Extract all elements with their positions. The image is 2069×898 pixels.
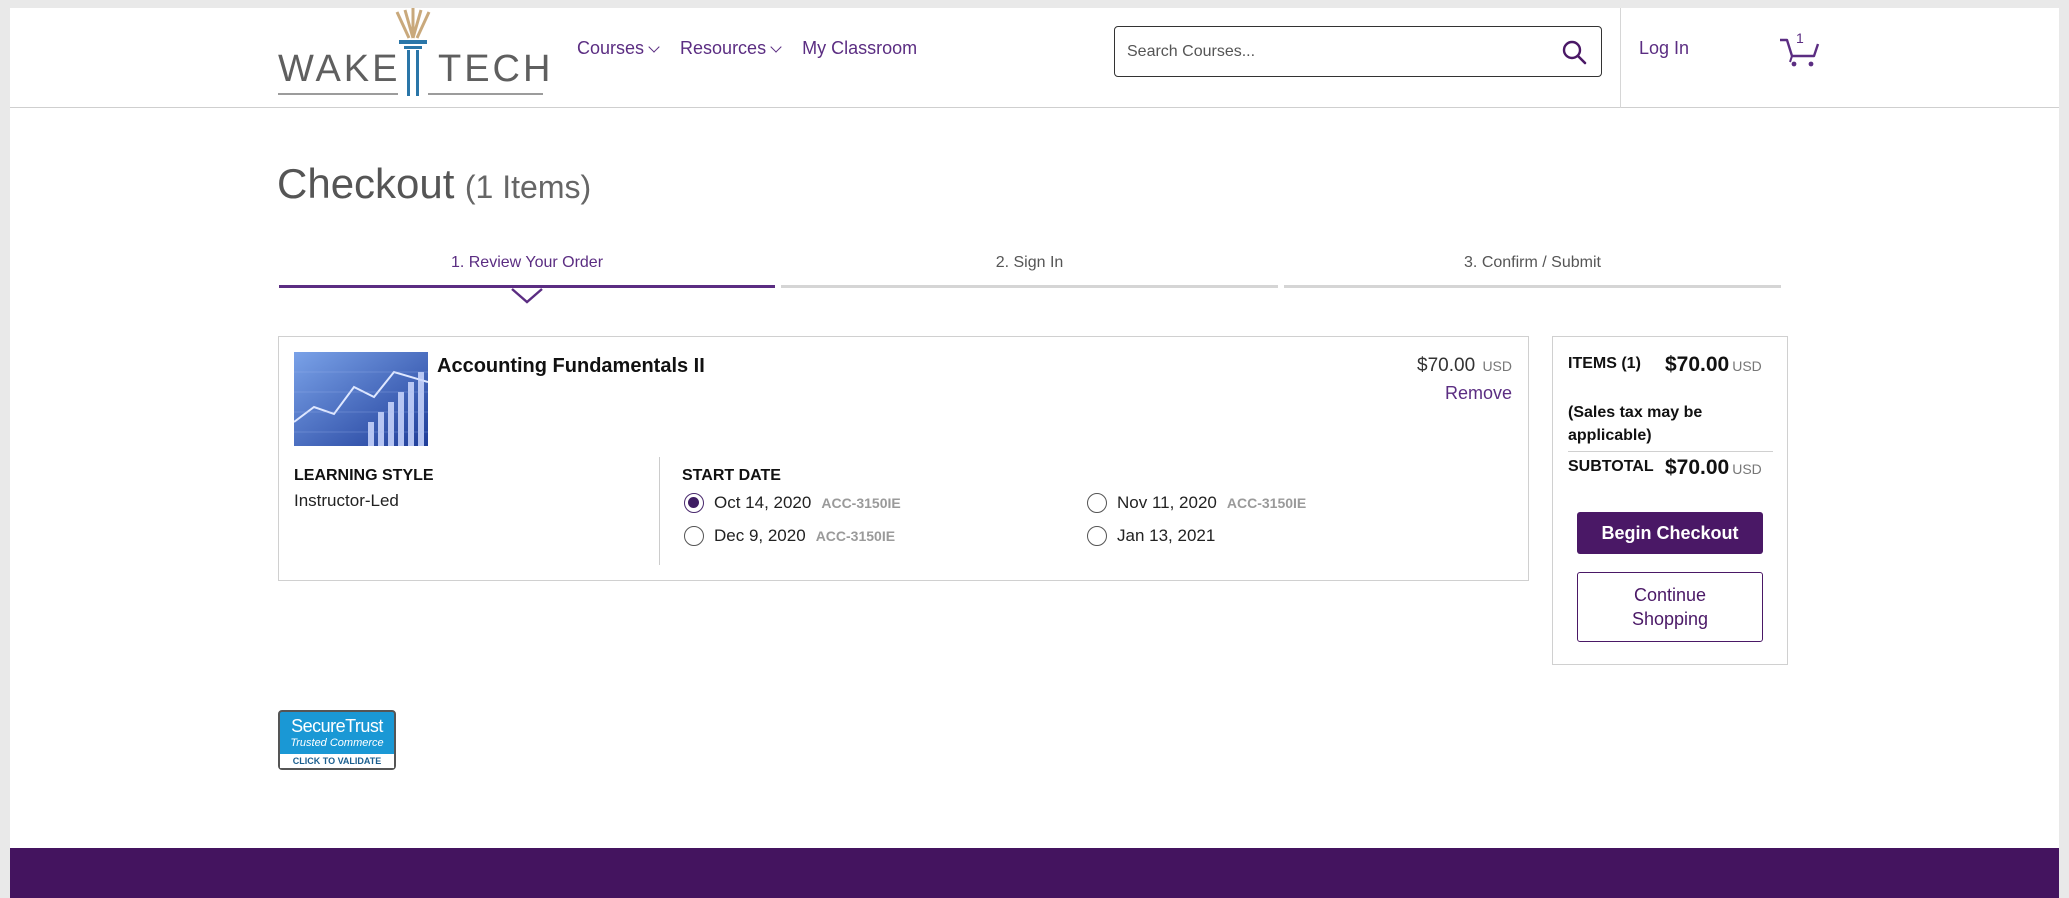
nav-my-classroom[interactable]: My Classroom	[802, 38, 917, 59]
chevron-down-icon	[770, 40, 782, 53]
items-amount-currency: USD	[1732, 358, 1762, 374]
subtotal-label: SUBTOTAL	[1568, 458, 1654, 475]
radio-button-selected[interactable]	[684, 493, 704, 513]
continue-shopping-button[interactable]: Continue Shopping	[1577, 572, 1763, 642]
step-sign-in-label: 2. Sign In	[995, 254, 1064, 271]
items-amount: $70.00 USD	[1665, 353, 1762, 377]
summary-divider	[1568, 451, 1773, 452]
date-option-code: ACC-3150IE	[821, 495, 901, 511]
items-label: ITEMS (1)	[1568, 355, 1641, 372]
step-review-order[interactable]: 1. Review Your Order	[279, 254, 775, 288]
page-title: Checkout (1 Items)	[277, 160, 591, 208]
order-summary: ITEMS (1) $70.00 USD (Sales tax may be ap…	[1552, 336, 1788, 665]
course-price: $70.00 USD	[1417, 355, 1512, 377]
date-option-nov-11[interactable]: Nov 11, 2020 ACC-3150IE	[1087, 493, 1306, 513]
nav-my-classroom-label: My Classroom	[802, 38, 918, 58]
nav-resources-label: Resources	[680, 38, 767, 58]
tax-note: (Sales tax may be applicable)	[1568, 404, 1703, 444]
logo-underline-right	[428, 93, 543, 95]
site-header: WAKE TECH Courses Resources My Classroom	[10, 8, 2059, 108]
main-nav: Courses Resources My Classroom	[577, 38, 917, 59]
date-option-date: Dec 9, 2020	[714, 526, 806, 545]
subtotal-amount-value: $70.00	[1665, 456, 1730, 479]
step-confirm-submit[interactable]: 3. Confirm / Submit	[1284, 254, 1781, 288]
active-step-pointer-icon	[511, 288, 543, 304]
course-name[interactable]: Accounting Fundamentals II	[437, 355, 705, 378]
page-title-text: Checkout	[277, 160, 455, 207]
date-option-jan-13[interactable]: Jan 13, 2021	[1087, 526, 1215, 546]
logo-word-right: TECH	[438, 48, 554, 90]
chart-image-icon	[294, 352, 428, 446]
search-icon[interactable]	[1561, 39, 1587, 65]
wake-tech-logo[interactable]: WAKE TECH	[278, 8, 550, 100]
badge-subtitle: Trusted Commerce	[290, 737, 384, 749]
step-confirm-submit-label: 3. Confirm / Submit	[1464, 254, 1601, 271]
date-option-date: Oct 14, 2020	[714, 493, 812, 512]
search-input[interactable]	[1127, 37, 1547, 67]
order-item-card: Accounting Fundamentals II $70.00 USD Re…	[278, 336, 1529, 581]
begin-checkout-button[interactable]: Begin Checkout	[1577, 512, 1763, 554]
logo-underline-left	[278, 93, 398, 95]
cart-button[interactable]: 1	[1778, 30, 1824, 68]
course-thumbnail	[294, 352, 428, 446]
date-option-dec-9[interactable]: Dec 9, 2020 ACC-3150IE	[684, 526, 895, 546]
course-price-amount: $70.00	[1417, 355, 1476, 376]
header-divider	[1620, 8, 1621, 108]
items-count: (1 Items)	[464, 169, 592, 205]
radio-button[interactable]	[684, 526, 704, 546]
learning-style-value: Instructor-Led	[294, 491, 399, 510]
site-footer	[10, 848, 2059, 898]
learning-style-label: LEARNING STYLE	[294, 467, 434, 484]
securetrust-badge[interactable]: SecureTrust Trusted Commerce CLICK TO VA…	[278, 710, 396, 770]
date-option-oct-14[interactable]: Oct 14, 2020 ACC-3150IE	[684, 493, 901, 513]
subtotal-amount: $70.00 USD	[1665, 456, 1762, 480]
date-option-date: Jan 13, 2021	[1117, 526, 1216, 545]
login-link[interactable]: Log In	[1639, 38, 1689, 59]
step-sign-in[interactable]: 2. Sign In	[781, 254, 1278, 288]
logo-word-left: WAKE	[278, 48, 401, 90]
chevron-down-icon	[648, 40, 660, 53]
start-date-label: START DATE	[682, 467, 781, 484]
date-option-date: Nov 11, 2020	[1117, 493, 1217, 512]
search-box	[1114, 26, 1602, 77]
items-amount-value: $70.00	[1665, 353, 1730, 376]
cart-count: 1	[1796, 30, 1804, 46]
course-price-currency: USD	[1482, 358, 1512, 374]
page-frame: WAKE TECH Courses Resources My Classroom	[10, 8, 2059, 898]
vertical-divider	[659, 457, 660, 565]
date-option-code: ACC-3150IE	[815, 528, 896, 544]
date-option-code: ACC-3150IE	[1226, 495, 1307, 511]
nav-resources[interactable]: Resources	[680, 38, 782, 59]
badge-validate: CLICK TO VALIDATE	[280, 754, 394, 768]
subtotal-amount-currency: USD	[1732, 461, 1762, 477]
step-review-order-label: 1. Review Your Order	[450, 254, 604, 271]
nav-courses[interactable]: Courses	[577, 38, 660, 59]
remove-link[interactable]: Remove	[1445, 383, 1512, 404]
radio-button[interactable]	[1087, 526, 1107, 546]
nav-courses-label: Courses	[577, 38, 645, 58]
radio-button[interactable]	[1087, 493, 1107, 513]
badge-title: SecureTrust	[291, 716, 383, 736]
